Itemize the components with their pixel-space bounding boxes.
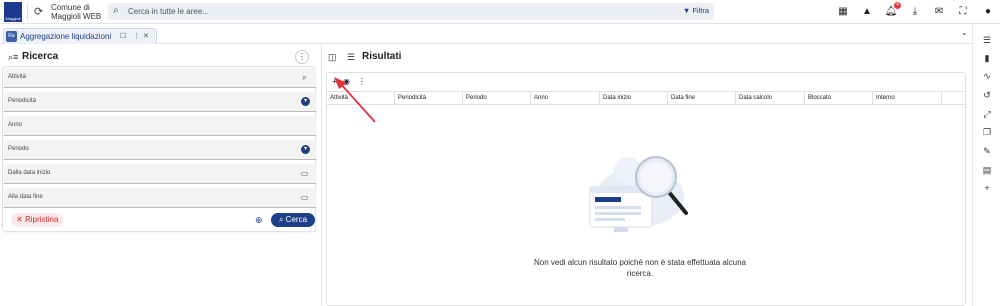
tab-aggregazione-liquidazioni[interactable]: Ra Aggregazione liquidazioni ☐ ⋮ ✕ — [3, 28, 157, 44]
column-header[interactable]: Bloccato — [805, 92, 873, 105]
kebab-icon[interactable]: ⋮ — [133, 32, 140, 40]
field-alla-data-fine[interactable]: Alla data fine ▭ — [4, 188, 316, 208]
sidebar-toggle-icon[interactable]: ◫ — [328, 52, 337, 63]
copy-icon[interactable]: ❐ — [981, 126, 993, 138]
search-filter-icon: ⌕≡ — [8, 52, 19, 62]
search-form: Attività ⌕ Periodicità ▾ Anno Periodo ▾ … — [2, 66, 316, 232]
calendar-icon[interactable]: ▭ — [299, 168, 310, 179]
field-label: Dalla data inizio — [8, 170, 51, 176]
warning-icon[interactable]: ▲ — [860, 5, 874, 19]
org-switch-icon[interactable]: ⟳ — [34, 6, 46, 18]
divider — [27, 4, 28, 20]
tab-badge: Ra — [6, 31, 17, 42]
reset-button[interactable]: ✕ Ripristina — [11, 213, 64, 227]
plus-icon[interactable]: + — [981, 182, 993, 194]
column-header[interactable]: Data calcolo — [736, 92, 805, 105]
calendar-icon[interactable]: ▭ — [299, 192, 310, 203]
top-bar: Maggioli ⟳ Comune di Maggioli WEB ⌕ Cerc… — [0, 0, 1000, 24]
field-anno[interactable]: Anno — [4, 116, 316, 136]
dashboard-icon[interactable]: ▦ — [836, 5, 850, 19]
column-header[interactable]: Periodo — [463, 92, 531, 105]
column-header[interactable]: Data inizio — [600, 92, 668, 105]
list-icon: ☰ — [347, 52, 356, 62]
column-header[interactable]: Anno — [531, 92, 600, 105]
panel-divider[interactable] — [321, 44, 322, 306]
column-header[interactable]: Periodicità — [395, 92, 463, 105]
field-label: Periodicità — [8, 98, 37, 104]
org-name[interactable]: Comune di Maggioli WEB — [51, 3, 111, 21]
panel-title-risultati: Risultati — [362, 51, 402, 62]
field-periodicita[interactable]: Periodicità ▾ — [4, 92, 316, 112]
chevron-down-icon[interactable]: ⌄ — [961, 28, 968, 37]
global-search[interactable]: ⌕ Cerca in tutte le aree... ▼ Filtra — [108, 3, 714, 20]
user-icon[interactable]: ● — [981, 5, 995, 19]
filter-button[interactable]: ▼ Filtra — [683, 6, 709, 17]
close-icon[interactable]: ✕ — [143, 32, 149, 40]
dropdown-icon[interactable]: ▾ — [301, 145, 310, 154]
history-icon[interactable]: ↺ — [981, 89, 993, 101]
empty-state-text: Non vedi alcun risultato poiché non è st… — [534, 258, 746, 278]
panel-title-ricerca: Ricerca — [22, 51, 59, 62]
edit-doc-icon[interactable]: ✎ — [981, 145, 993, 157]
right-rail: ☰ ▮ ∿ ↺ ⤢ ❐ ✎ ▤ + — [972, 24, 1000, 306]
tab-label: Aggregazione liquidazioni — [20, 32, 112, 41]
link-icon[interactable]: ⤢ — [981, 108, 993, 120]
doc-icon[interactable]: ▤ — [981, 164, 993, 176]
column-header[interactable]: Interno — [873, 92, 942, 105]
search-input[interactable]: Cerca in tutte le aree... — [128, 7, 209, 16]
empty-state-illustration — [589, 156, 688, 232]
bookmark-icon[interactable]: ☐ — [120, 32, 126, 40]
mail-icon[interactable]: ✉ — [932, 5, 946, 19]
bell-icon[interactable]: 🔔︎ 4 — [884, 2, 901, 19]
search-icon[interactable]: ⌕ — [299, 72, 310, 83]
column-header[interactable]: Data fine — [668, 92, 736, 105]
field-label: Alla data fine — [8, 194, 43, 200]
notification-badge: 4 — [894, 2, 901, 9]
list-settings-icon[interactable]: ☰ — [981, 34, 993, 46]
fullscreen-icon[interactable]: ⛶ — [956, 5, 970, 19]
field-label: Periodo — [8, 146, 29, 152]
field-periodo[interactable]: Periodo ▾ — [4, 140, 316, 160]
grid-header: Attività Periodicità Periodo Anno Data i… — [327, 91, 965, 105]
field-attivita[interactable]: Attività ⌕ — [4, 68, 316, 88]
app-logo[interactable]: Maggioli — [4, 2, 22, 22]
trend-icon[interactable]: ∿ — [981, 70, 993, 82]
dropdown-icon[interactable]: ▾ — [301, 97, 310, 106]
book-icon[interactable]: ▮ — [981, 52, 993, 64]
annotation-arrow — [334, 77, 376, 123]
field-dalla-data-inizio[interactable]: Dalla data inizio ▭ — [4, 164, 316, 184]
zoom-icon[interactable]: ⊕ — [255, 215, 263, 226]
field-label: Attività — [8, 74, 27, 80]
download-icon[interactable]: ⤓ — [908, 5, 922, 19]
search-button[interactable]: ⌕ Cerca — [271, 213, 315, 227]
search-icon: ⌕ — [113, 5, 119, 16]
field-label: Anno — [8, 122, 23, 128]
panel-menu-button[interactable]: ⋮ — [295, 50, 309, 64]
tab-bar: Ra Aggregazione liquidazioni ☐ ⋮ ✕ — [0, 24, 972, 44]
